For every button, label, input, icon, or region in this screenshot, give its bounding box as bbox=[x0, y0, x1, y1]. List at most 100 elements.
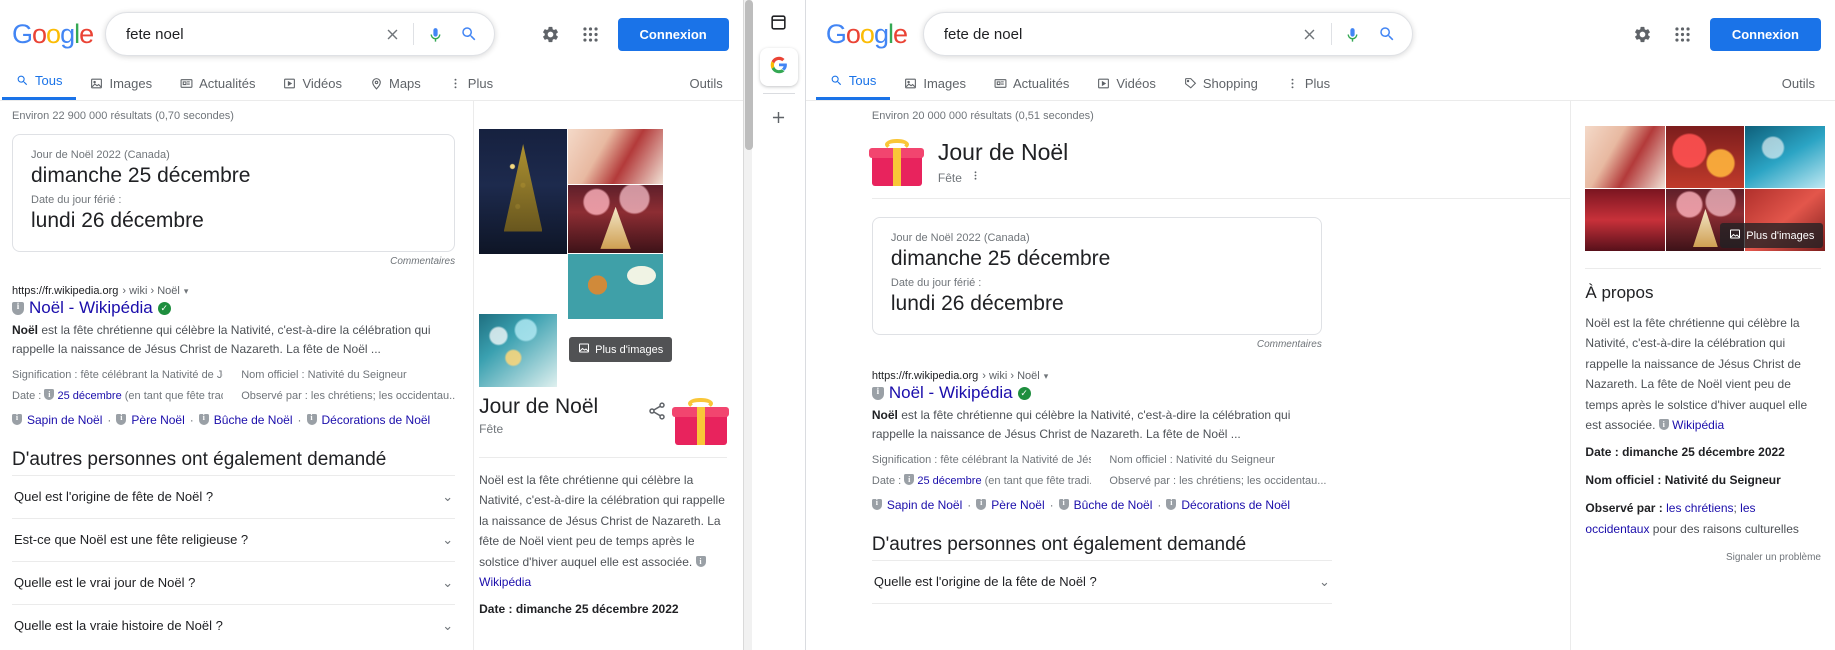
browser-scrollbar-track[interactable] bbox=[742, 0, 753, 650]
sitelink-buche[interactable]: Bûche de Noël bbox=[214, 413, 293, 427]
left-paa-question[interactable]: Est-ce que Noël est une fête religieuse … bbox=[12, 517, 456, 561]
voice-search-icon[interactable] bbox=[1336, 17, 1370, 51]
left-signin-button[interactable]: Connexion bbox=[617, 17, 729, 51]
kp-image-tile[interactable] bbox=[1666, 126, 1745, 188]
left-tools-button[interactable]: Outils bbox=[689, 76, 742, 100]
sitelink-sapin[interactable]: Sapin de Noël bbox=[27, 413, 102, 427]
settings-gear-icon[interactable] bbox=[538, 21, 564, 47]
left-search-box[interactable] bbox=[105, 12, 495, 56]
right-search-input[interactable] bbox=[943, 25, 1293, 43]
tab-group-button[interactable] bbox=[760, 6, 798, 44]
verified-check-icon: ✓ bbox=[157, 301, 171, 315]
more-images-label: Plus d'images bbox=[1746, 229, 1815, 242]
browser-scrollbar-thumb[interactable] bbox=[744, 0, 753, 150]
chevron-down-icon[interactable]: ⌄ bbox=[442, 532, 453, 548]
left-tab-label: Plus bbox=[467, 76, 494, 91]
kp-fact-value: dimanche 25 décembre 2022 bbox=[1622, 445, 1785, 460]
kp-image-tile[interactable] bbox=[1585, 189, 1666, 251]
tab-google-search[interactable] bbox=[759, 48, 798, 86]
google-logo[interactable]: Google bbox=[0, 19, 95, 50]
search-submit-icon[interactable] bbox=[1370, 17, 1404, 51]
right-body: Environ 20 000 000 résultats (0,51 secon… bbox=[806, 101, 1835, 650]
fact-value-link[interactable]: 25 décembre bbox=[917, 475, 981, 487]
left-tab-actualites[interactable]: Actualités bbox=[166, 76, 269, 100]
holiday-observed-label: Date du jour férié : bbox=[890, 277, 982, 289]
wikipedia-favicon-icon bbox=[1658, 418, 1669, 432]
right-tab-tous[interactable]: Tous bbox=[815, 73, 891, 100]
chevron-down-icon[interactable]: ⌄ bbox=[442, 489, 453, 505]
kp-image-tile[interactable] bbox=[479, 314, 558, 387]
right-tab-images[interactable]: Images bbox=[890, 76, 980, 100]
video-icon bbox=[283, 77, 296, 90]
left-search-input[interactable] bbox=[126, 25, 375, 43]
right-tab-videos[interactable]: Vidéos bbox=[1083, 76, 1170, 100]
kp-source-link[interactable]: Wikipédia bbox=[479, 575, 531, 589]
chevron-down-icon[interactable]: ⌄ bbox=[442, 575, 453, 591]
fact-value-link[interactable]: 25 décembre bbox=[57, 390, 121, 402]
right-signin-button[interactable]: Connexion bbox=[1709, 17, 1821, 51]
search-submit-icon[interactable] bbox=[452, 17, 486, 51]
kp-observed-link-1[interactable]: les chrétiens bbox=[1666, 501, 1733, 515]
kp-image-tile[interactable] bbox=[568, 254, 664, 319]
right-tab-shopping[interactable]: Shopping bbox=[1170, 76, 1272, 100]
kp-source-link[interactable]: Wikipédia bbox=[1672, 418, 1724, 432]
right-entity-divider bbox=[871, 198, 1571, 199]
kp-description: Noël est la fête chrétienne qui célèbre … bbox=[479, 470, 727, 592]
left-tab-tous[interactable]: Tous bbox=[2, 73, 77, 100]
result-url[interactable]: https://fr.wikipedia.org › wiki › Noël ▾ bbox=[872, 370, 1332, 382]
chevron-down-icon[interactable]: ⌄ bbox=[442, 618, 453, 634]
right-tab-plus[interactable]: Plus bbox=[1272, 76, 1344, 100]
google-logo[interactable]: Google bbox=[806, 19, 908, 50]
right-tab-label: Tous bbox=[848, 73, 877, 88]
google-apps-grid-icon[interactable] bbox=[578, 21, 604, 47]
left-paa-question[interactable]: Quel est l'origine de fête de Noël ? ⌄ bbox=[12, 474, 456, 518]
kp-report-problem-link[interactable]: Signaler un problème bbox=[1585, 552, 1821, 563]
right-tab-actualites[interactable]: Actualités bbox=[980, 76, 1083, 100]
chevron-down-icon[interactable]: ⌄ bbox=[1319, 574, 1330, 590]
clear-search-icon[interactable] bbox=[1293, 17, 1327, 51]
wikipedia-favicon-icon bbox=[44, 388, 55, 402]
kp-share-icon[interactable] bbox=[647, 401, 669, 423]
left-paa-question[interactable]: Quelle est le vrai jour de Noël ? ⌄ bbox=[12, 560, 456, 604]
kp-image-tile[interactable] bbox=[479, 129, 568, 254]
result-url[interactable]: https://fr.wikipedia.org › wiki › Noël ▾ bbox=[12, 285, 455, 297]
kp-image-tile[interactable] bbox=[1585, 126, 1666, 188]
google-g-icon bbox=[770, 56, 788, 79]
left-tab-plus[interactable]: Plus bbox=[435, 76, 507, 100]
sitelink-decorations[interactable]: Décorations de Noël bbox=[322, 413, 431, 427]
sitelink-buche[interactable]: Bûche de Noël bbox=[1074, 498, 1153, 512]
sitelink-decorations[interactable]: Décorations de Noël bbox=[1181, 498, 1290, 512]
paa-question-text: Quelle est le vrai jour de Noël ? bbox=[14, 575, 196, 591]
paa-question-text: Quelle est la vraie histoire de Noël ? bbox=[14, 618, 223, 634]
sitelink-pere-noel[interactable]: Père Noël bbox=[131, 413, 184, 427]
kp-date-fact: Date : dimanche 25 décembre 2022 bbox=[1585, 442, 1821, 463]
left-paa-question[interactable]: Quelle est la vraie histoire de Noël ? ⌄ bbox=[12, 603, 456, 647]
right-feedback-link[interactable]: Commentaires bbox=[816, 339, 1322, 350]
left-tab-maps[interactable]: Maps bbox=[356, 76, 435, 100]
kp-description: Noël est la fête chrétienne qui célèbre … bbox=[1585, 313, 1821, 435]
clear-search-icon[interactable] bbox=[375, 17, 409, 51]
left-tab-videos[interactable]: Vidéos bbox=[269, 76, 356, 100]
left-tab-images[interactable]: Images bbox=[76, 76, 166, 100]
google-apps-grid-icon[interactable] bbox=[1670, 21, 1696, 47]
voice-search-icon[interactable] bbox=[418, 17, 452, 51]
chevron-down-icon[interactable]: ▾ bbox=[184, 286, 189, 297]
result-title[interactable]: Noël - Wikipédia ✓ bbox=[12, 298, 455, 318]
right-more-images-button[interactable]: Plus d'images bbox=[1720, 223, 1824, 248]
kp-image-tile[interactable] bbox=[568, 185, 664, 253]
chevron-down-icon[interactable]: ▾ bbox=[1044, 371, 1049, 382]
kp-image-tile[interactable] bbox=[1745, 126, 1826, 188]
left-more-images-button[interactable]: Plus d'images bbox=[569, 337, 673, 362]
right-search-box[interactable] bbox=[922, 12, 1413, 56]
result-title[interactable]: Noël - Wikipédia ✓ bbox=[871, 383, 1332, 403]
left-feedback-link[interactable]: Commentaires bbox=[12, 256, 455, 267]
sitelink-pere-noel[interactable]: Père Noël bbox=[991, 498, 1044, 512]
sitelink-sapin[interactable]: Sapin de Noël bbox=[887, 498, 962, 512]
new-tab-button[interactable] bbox=[760, 101, 798, 139]
right-paa-question[interactable]: Quelle est l'origine de la fête de Noël … bbox=[871, 559, 1332, 603]
right-tools-button[interactable]: Outils bbox=[1782, 76, 1835, 100]
more-vert-icon[interactable] bbox=[970, 168, 981, 186]
kp-image-tile[interactable] bbox=[568, 129, 664, 184]
settings-gear-icon[interactable] bbox=[1630, 21, 1656, 47]
fact-col-1: Signification : fête célébrant la Nativi… bbox=[12, 365, 223, 406]
